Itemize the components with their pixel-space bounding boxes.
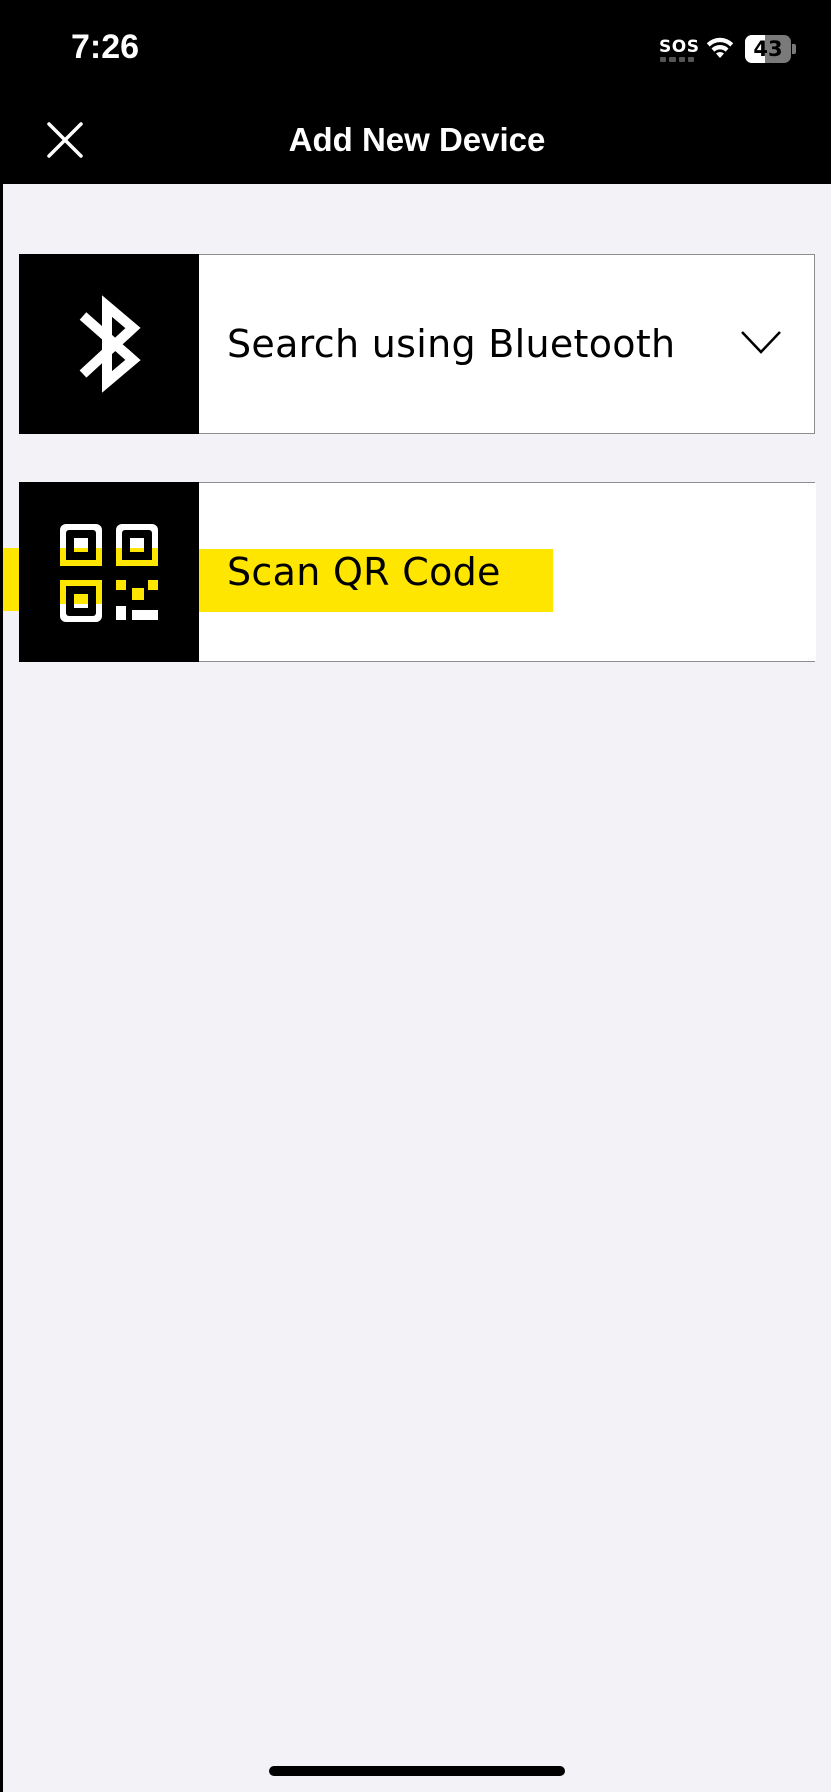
qr-option-label: Scan QR Code bbox=[227, 550, 501, 594]
qr-code-icon bbox=[60, 524, 158, 622]
status-time: 7:26 bbox=[71, 28, 140, 66]
qr-icon-box bbox=[19, 482, 199, 662]
home-indicator[interactable] bbox=[269, 1766, 565, 1776]
bluetooth-icon-box bbox=[19, 254, 199, 434]
battery-indicator: 43 bbox=[745, 35, 796, 63]
sos-indicator: SOS bbox=[659, 37, 700, 57]
bluetooth-icon bbox=[79, 295, 141, 393]
bluetooth-option-label: Search using Bluetooth bbox=[227, 322, 676, 366]
screen: 7:26 SOS 43 Add New Device Search using … bbox=[3, 0, 831, 1792]
battery-body: 43 bbox=[745, 35, 791, 63]
scan-qr-button[interactable]: Scan QR Code bbox=[19, 482, 816, 662]
battery-nub bbox=[792, 44, 796, 54]
search-bluetooth-button[interactable]: Search using Bluetooth bbox=[19, 254, 815, 434]
top-bar: 7:26 SOS 43 Add New Device bbox=[3, 0, 831, 184]
battery-percentage: 43 bbox=[753, 37, 783, 61]
chevron-down-icon[interactable] bbox=[740, 327, 782, 357]
page-title: Add New Device bbox=[288, 121, 546, 158]
signal-dots bbox=[660, 57, 694, 62]
close-icon[interactable] bbox=[43, 118, 87, 162]
wifi-icon bbox=[706, 37, 734, 58]
